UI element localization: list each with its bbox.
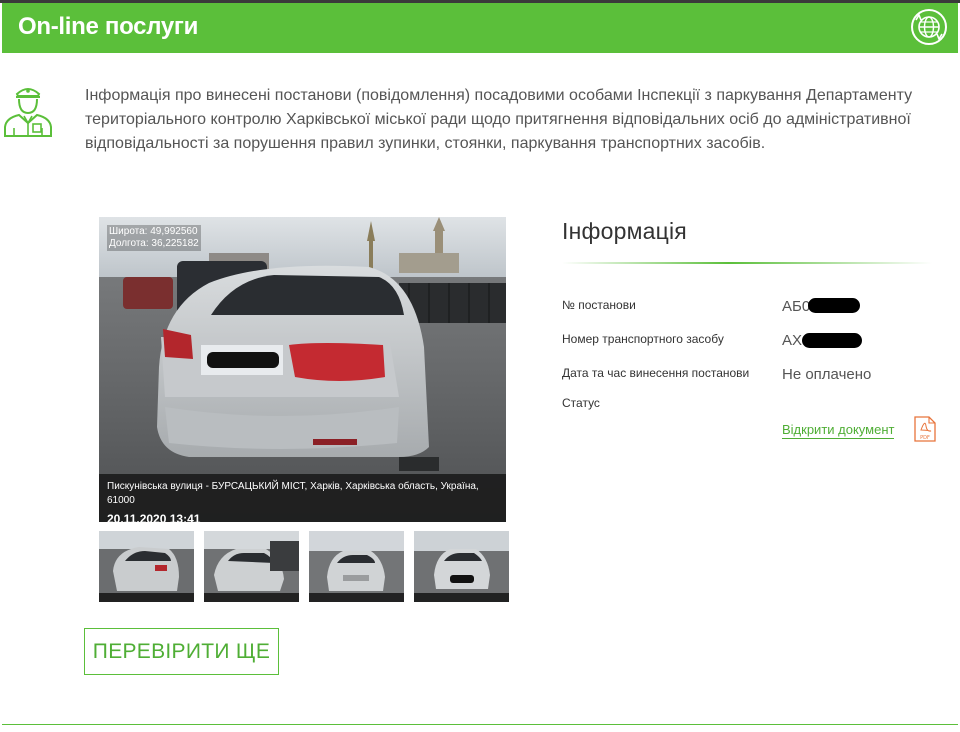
longitude-text: Долгота: 36,225182 [109, 238, 199, 249]
vehicle-number-label: Номер транспортного засобу [562, 332, 724, 346]
latitude-text: Широта: 49,992560 [109, 226, 198, 237]
parking-inspector-icon [4, 88, 52, 137]
bottom-divider [2, 724, 958, 725]
resolution-date-value: Не оплачено [782, 366, 872, 383]
vehicle-number-value: АХ [782, 332, 803, 349]
thumbnail-3-image [309, 531, 404, 602]
photo-datetime: 20.11.2020 13:41 [107, 512, 201, 522]
resolution-number-value: АБ0 [782, 298, 811, 315]
photo-address: Пискунівська вулиця - БУРСАЦЬКИЙ МІСТ, Х… [107, 481, 479, 506]
thumbnail-4[interactable] [414, 531, 509, 602]
redaction-mark [802, 333, 862, 348]
info-divider [562, 262, 932, 264]
globe-refresh-icon[interactable] [910, 8, 948, 46]
thumbnail-1-image [99, 531, 194, 602]
thumbnail-2-image [204, 531, 299, 602]
thumbnail-4-image [414, 531, 509, 602]
header-title: On-line послуги [18, 13, 199, 40]
open-document-link[interactable]: Відкрити документ [782, 422, 895, 439]
status-label: Статус [562, 396, 600, 410]
gps-coordinates: Широта: 49,992560 Долгота: 36,225182 [107, 225, 201, 251]
check-again-button[interactable]: ПЕРЕВІРИТИ ЩЕ [84, 628, 279, 675]
thumbnail-1[interactable] [99, 531, 194, 602]
redaction-mark [808, 298, 860, 313]
thumbnail-2[interactable] [204, 531, 299, 602]
intro-text: Інформація про винесені постанови (повід… [85, 87, 913, 152]
pdf-icon[interactable]: PDF [914, 416, 936, 442]
pdf-icon-text: PDF [920, 435, 930, 441]
photo-caption: Пискунівська вулиця - БУРСАЦЬКИЙ МІСТ, Х… [99, 474, 506, 522]
photo-thumbnails [99, 531, 509, 603]
resolution-date-label: Дата та час винесення постанови [562, 366, 750, 380]
info-title: Інформація [562, 218, 687, 244]
thumbnail-3[interactable] [309, 531, 404, 602]
resolution-number-label: № постанови [562, 298, 636, 312]
page-header: On-line послуги [2, 3, 958, 53]
main-violation-photo[interactable]: Широта: 49,992560 Долгота: 36,225182 Пис… [99, 217, 506, 522]
